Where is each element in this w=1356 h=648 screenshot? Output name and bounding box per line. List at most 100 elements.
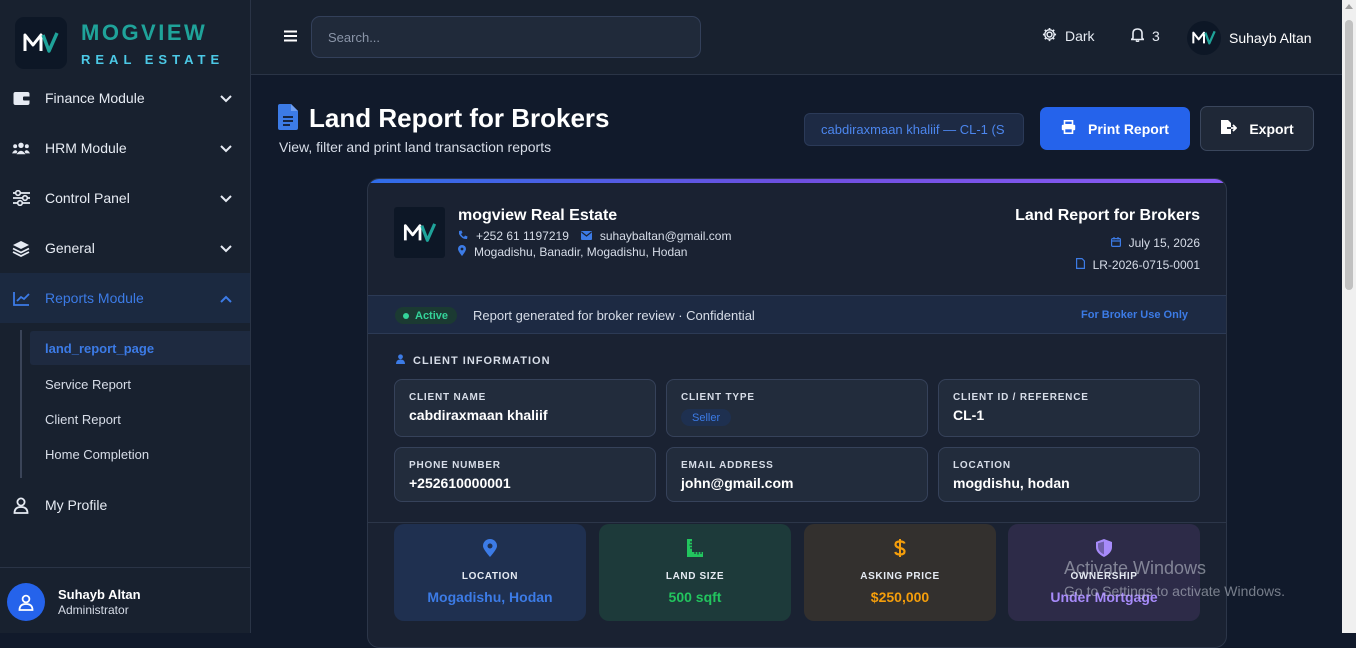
report-id-row: LR-2026-0715-0001: [1075, 258, 1200, 272]
field-email-address: EMAIL ADDRESS john@gmail.com: [666, 447, 928, 502]
print-report-button[interactable]: Print Report: [1040, 107, 1190, 150]
nav-hrm[interactable]: HRM Module: [0, 123, 250, 173]
export-label: Export: [1249, 120, 1294, 137]
subnav-home-completion[interactable]: Home Completion: [45, 447, 149, 462]
page-title: Land Report for Brokers: [309, 103, 610, 133]
user-icon: [12, 496, 30, 514]
chevron-down-icon: [220, 240, 232, 256]
company-address-row: Mogadishu, Banadir, Mogadishu, Hodan: [458, 245, 687, 259]
company-logo: [394, 207, 445, 258]
print-report-label: Print Report: [1088, 120, 1169, 137]
client-type-badge: Seller: [681, 409, 732, 426]
user-icon: [396, 354, 405, 367]
nav-reports-label: Reports Module: [45, 290, 144, 306]
field-phone-number: PHONE NUMBER +252610000001: [394, 447, 656, 502]
printer-icon: [1061, 120, 1076, 137]
field-label: CLIENT ID / REFERENCE: [953, 392, 1089, 403]
field-client-type: CLIENT TYPE Seller: [666, 379, 928, 437]
gear-icon: [1042, 27, 1057, 45]
nav-my-profile[interactable]: My Profile: [0, 480, 250, 530]
field-label: LOCATION: [953, 460, 1011, 471]
sidebar: Finance Module HRM Module Control Panel …: [0, 0, 251, 633]
field-location: LOCATION mogdishu, hodan: [938, 447, 1200, 502]
chevron-up-icon: [220, 290, 232, 306]
logo: [15, 17, 67, 69]
dollar-icon: [804, 539, 996, 557]
stat-value: $250,000: [870, 589, 930, 605]
sidebar-user-name: Suhayb Altan: [58, 587, 141, 602]
sidebar-user-role: Administrator: [58, 603, 129, 617]
broker-note: For Broker Use Only: [1081, 309, 1188, 321]
wallet-icon: [12, 89, 30, 107]
section-client-info: CLIENT INFORMATION: [396, 354, 551, 367]
field-label: CLIENT NAME: [409, 392, 487, 403]
nav-reports[interactable]: Reports Module: [0, 273, 250, 323]
client-select[interactable]: cabdiraxmaan khaliif — CL-1 (S: [804, 113, 1024, 146]
phone-icon: [458, 229, 468, 243]
brand-subtitle: REAL ESTATE: [81, 52, 225, 67]
field-value: cabdiraxmaan khaliif: [409, 407, 548, 423]
status-badge-label: Active: [415, 309, 449, 322]
sliders-icon: [12, 189, 30, 207]
stat-location: LOCATION Mogadishu, Hodan: [394, 524, 586, 621]
chevron-down-icon: [220, 140, 232, 156]
nav-hrm-label: HRM Module: [45, 140, 127, 156]
chart-line-icon: [12, 289, 30, 307]
subnav-service-report[interactable]: Service Report: [45, 377, 131, 392]
windows-watermark-text: Go to Settings to activate Windows.: [1064, 583, 1285, 599]
notifications-button[interactable]: 3: [1130, 27, 1160, 45]
section-client-info-title: CLIENT INFORMATION: [413, 354, 551, 367]
field-client-id: CLIENT ID / REFERENCE CL-1: [938, 379, 1200, 437]
status-text: Report generated for broker review · Con…: [473, 308, 755, 323]
submenu-line: [20, 330, 22, 478]
field-client-name: CLIENT NAME cabdiraxmaan khaliif: [394, 379, 656, 437]
nav-general[interactable]: General: [0, 223, 250, 273]
company-name: mogview Real Estate: [458, 207, 618, 224]
stat-land-size: LAND SIZE 500 sqft: [599, 524, 791, 621]
scroll-thumb[interactable]: [1345, 20, 1353, 290]
users-icon: [12, 139, 30, 157]
subnav-client-report[interactable]: Client Report: [45, 412, 121, 427]
nav-finance-label: Finance Module: [45, 90, 145, 106]
brand[interactable]: MOGVIEW REAL ESTATE: [0, 0, 250, 82]
field-label: CLIENT TYPE: [681, 392, 755, 403]
scrollbar[interactable]: [1342, 0, 1356, 633]
notification-count: 3: [1152, 28, 1160, 44]
scroll-up-icon[interactable]: [1345, 4, 1353, 9]
stat-label: LAND SIZE: [665, 571, 725, 582]
page-subtitle: View, filter and print land transaction …: [279, 139, 552, 155]
company-contact: +252 61 1197219 suhaybaltan@gmail.com: [458, 229, 731, 243]
sidebar-user[interactable]: Suhayb Altan Administrator: [0, 567, 250, 633]
status-bar: Active Report generated for broker revie…: [368, 295, 1226, 334]
chevron-down-icon: [220, 190, 232, 206]
field-value: mogdishu, hodan: [953, 475, 1070, 491]
calendar-icon: [1110, 236, 1121, 250]
menu-icon[interactable]: [284, 29, 297, 47]
document-icon: [278, 104, 298, 135]
divider: [368, 522, 1226, 523]
topbar-user-name[interactable]: Suhayb Altan: [1229, 30, 1312, 46]
company-phone: +252 61 1197219: [476, 229, 569, 243]
nav-control-panel-label: Control Panel: [45, 190, 130, 206]
search-input[interactable]: [311, 16, 701, 58]
map-pin-icon: [458, 245, 466, 259]
topbar: Dark 3 Suhayb Altan: [251, 0, 1342, 75]
windows-watermark-title: Activate Windows: [1064, 558, 1207, 578]
file-export-icon: [1220, 119, 1238, 138]
report-id: LR-2026-0715-0001: [1092, 258, 1200, 272]
bell-icon: [1130, 27, 1145, 45]
export-button[interactable]: Export: [1200, 106, 1314, 151]
stat-value: 500 sqft: [668, 589, 722, 605]
shield-icon: [1008, 539, 1200, 557]
subnav-land-report[interactable]: land_report_page: [30, 331, 250, 365]
nav-my-profile-label: My Profile: [45, 497, 108, 513]
field-value: +252610000001: [409, 475, 511, 491]
nav-control-panel[interactable]: Control Panel: [0, 173, 250, 223]
avatar[interactable]: [1187, 21, 1221, 55]
nav-general-label: General: [45, 240, 95, 256]
field-value: john@gmail.com: [681, 475, 794, 491]
stat-label: LOCATION: [461, 571, 519, 582]
stat-asking-price: ASKING PRICE $250,000: [804, 524, 996, 621]
theme-toggle[interactable]: Dark: [1042, 27, 1095, 45]
field-label: PHONE NUMBER: [409, 460, 501, 471]
